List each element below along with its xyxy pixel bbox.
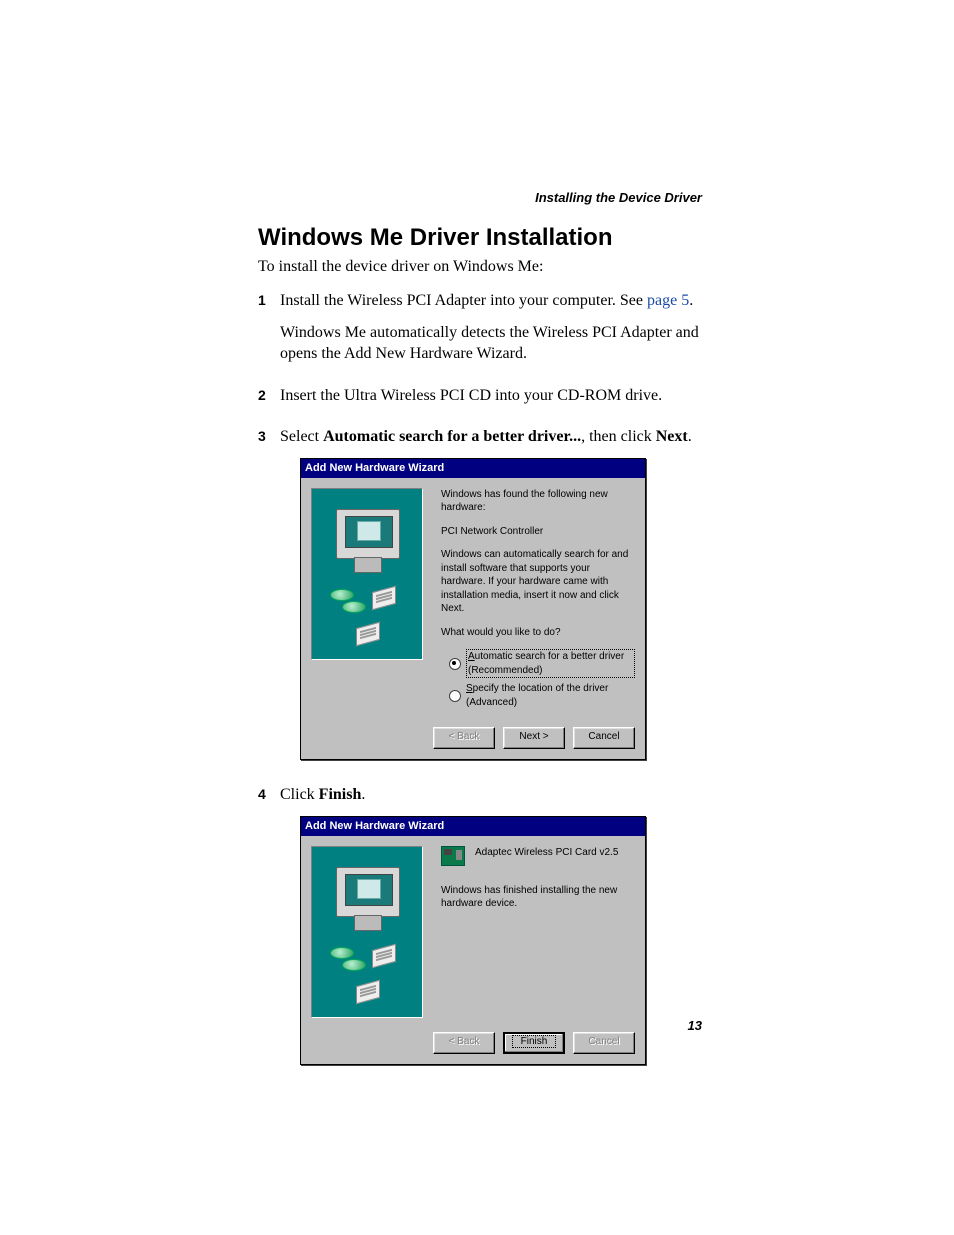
page-number: 13 bbox=[688, 1018, 702, 1033]
page-5-link[interactable]: page 5 bbox=[647, 292, 689, 309]
dialog1-description: Windows can automatically search for and… bbox=[441, 548, 635, 616]
opt1-label: utomatic search for a better driver (Rec… bbox=[468, 651, 624, 676]
cancel-button[interactable]: Cancel bbox=[573, 727, 635, 749]
step-3-bold2: Next bbox=[656, 428, 688, 445]
dialog-titlebar: Add New Hardware Wizard bbox=[301, 817, 645, 836]
step-2: 2 Insert the Ultra Wireless PCI CD into … bbox=[258, 385, 702, 417]
wizard-artwork-icon bbox=[311, 488, 423, 660]
main-content: Windows Me Driver Installation To instal… bbox=[258, 224, 702, 1089]
finish-button[interactable]: Finish bbox=[503, 1032, 565, 1054]
cancel-button: Cancel bbox=[573, 1032, 635, 1054]
step-list: 1 Install the Wireless PCI Adapter into … bbox=[258, 290, 702, 1079]
step-3-bold: Automatic search for a better driver... bbox=[323, 428, 581, 445]
section-heading: Windows Me Driver Installation bbox=[258, 224, 702, 252]
step-4-text-b: . bbox=[361, 786, 365, 803]
opt1-mnemonic: A bbox=[468, 651, 475, 662]
back-button: < Back bbox=[433, 727, 495, 749]
add-hardware-wizard-dialog-1: Add New Hardware Wizard Windows has foun… bbox=[300, 458, 646, 760]
step-3-text-c: . bbox=[688, 428, 692, 445]
intro-text: To install the device driver on Windows … bbox=[258, 258, 702, 276]
dialog2-done-text: Windows has finished installing the new … bbox=[441, 884, 635, 911]
network-card-icon bbox=[441, 846, 465, 866]
step-1: 1 Install the Wireless PCI Adapter into … bbox=[258, 290, 702, 375]
step-3: 3 Select Automatic search for a better d… bbox=[258, 426, 702, 774]
dialog1-found-text: Windows has found the following new hard… bbox=[441, 488, 635, 515]
step-number: 3 bbox=[258, 428, 280, 444]
step-3-text-b: , then click bbox=[581, 428, 656, 445]
step-1-text-b: . bbox=[689, 292, 693, 309]
radio-icon bbox=[449, 658, 461, 670]
next-button[interactable]: Next > bbox=[503, 727, 565, 749]
opt2-label: pecify the location of the driver (Advan… bbox=[466, 683, 608, 708]
step-2-text: Insert the Ultra Wireless PCI CD into yo… bbox=[280, 385, 662, 407]
step-3-text-a: Select bbox=[280, 428, 323, 445]
dialog2-device-name: Adaptec Wireless PCI Card v2.5 bbox=[475, 846, 618, 860]
running-head: Installing the Device Driver bbox=[535, 190, 702, 205]
step-number: 4 bbox=[258, 786, 280, 802]
wizard-artwork-icon bbox=[311, 846, 423, 1018]
dialog-titlebar: Add New Hardware Wizard bbox=[301, 459, 645, 478]
step-number: 2 bbox=[258, 387, 280, 403]
back-button: < Back bbox=[433, 1032, 495, 1054]
step-4: 4 Click Finish. Add New Hardware Wizard bbox=[258, 784, 702, 1078]
radio-icon bbox=[449, 690, 461, 702]
dialog1-prompt: What would you like to do? bbox=[441, 626, 635, 640]
radio-automatic-search[interactable]: Automatic search for a better driver (Re… bbox=[449, 649, 635, 678]
dialog1-device-name: PCI Network Controller bbox=[441, 525, 635, 539]
add-hardware-wizard-dialog-2: Add New Hardware Wizard Adaptec Wirel bbox=[300, 816, 646, 1065]
step-1-para2: Windows Me automatically detects the Wir… bbox=[280, 322, 702, 365]
radio-specify-location[interactable]: Specify the location of the driver (Adva… bbox=[449, 682, 635, 709]
step-4-bold: Finish bbox=[319, 786, 362, 803]
opt2-mnemonic: S bbox=[466, 683, 473, 694]
step-number: 1 bbox=[258, 292, 280, 308]
step-4-text-a: Click bbox=[280, 786, 319, 803]
step-1-text-a: Install the Wireless PCI Adapter into yo… bbox=[280, 292, 647, 309]
